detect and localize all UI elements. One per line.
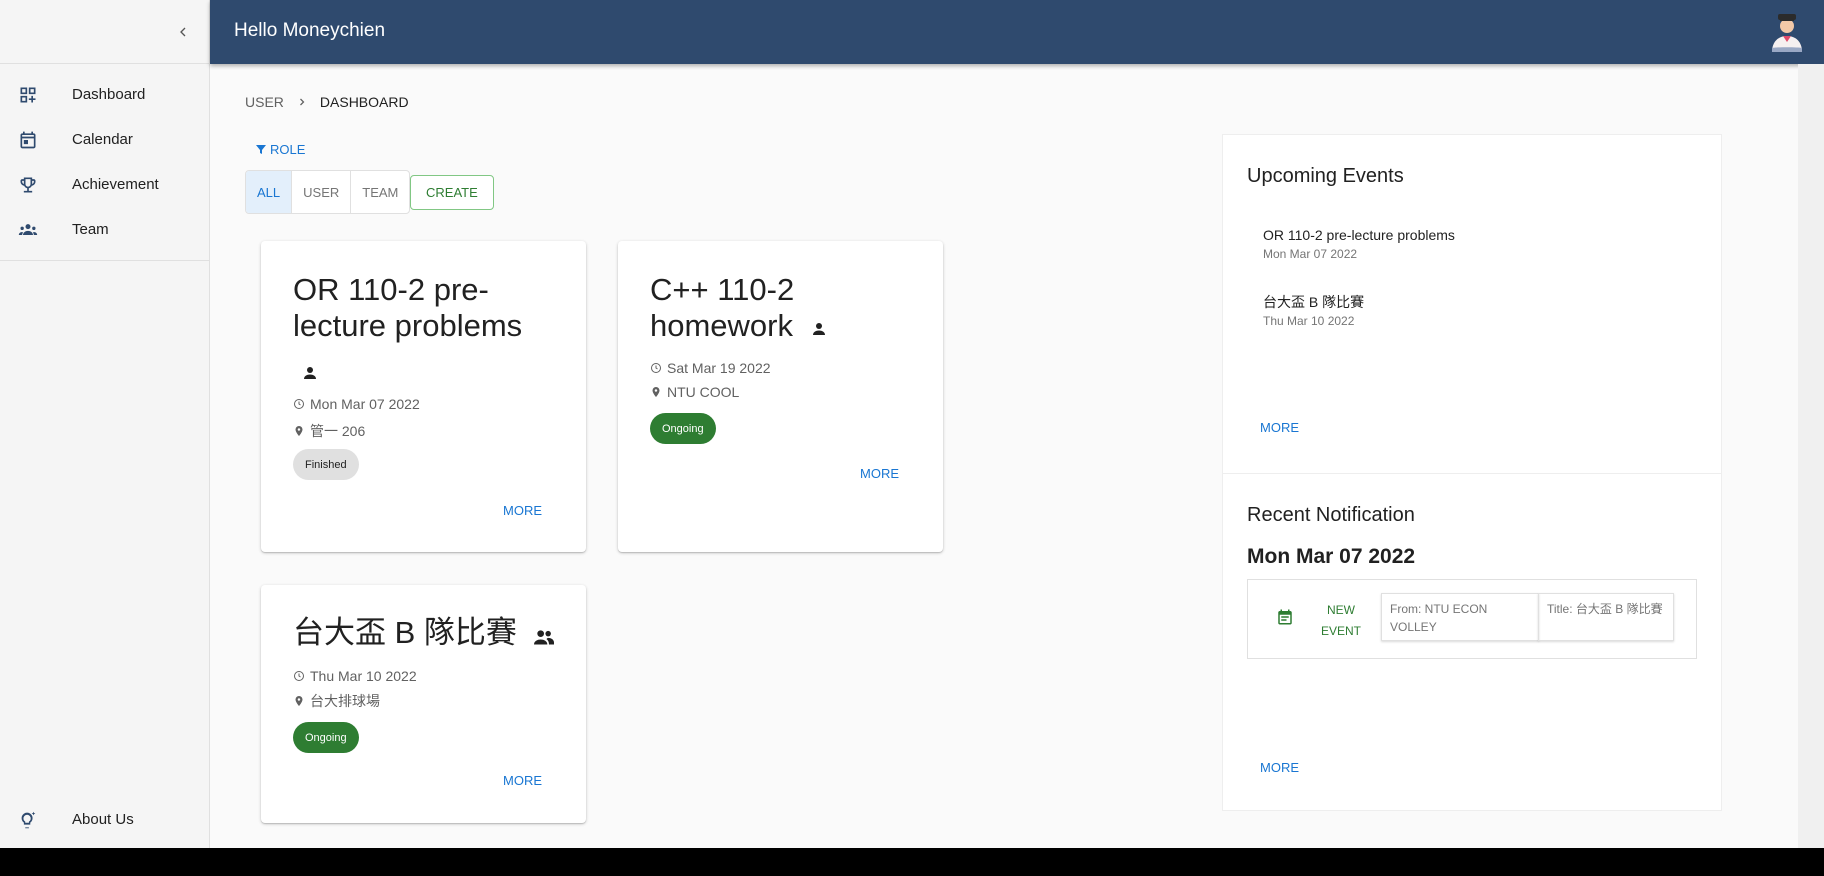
upcoming-events-panel: Upcoming Events OR 110-2 pre-lecture pro… <box>1222 134 1722 474</box>
sidebar-item-about-us[interactable]: About Us <box>0 797 209 842</box>
card-more-button[interactable]: MORE <box>860 466 899 481</box>
card-title-text: 台大盃 B 隊比賽 <box>293 615 517 650</box>
clock-icon <box>651 363 661 373</box>
sidebar-item-achievement[interactable]: Achievement <box>0 162 209 207</box>
scrollbar-thumb[interactable] <box>1798 64 1824 84</box>
sidebar-item-label: About Us <box>72 811 134 828</box>
card-location: 管一 206 <box>293 421 365 441</box>
card-location-text: NTU COOL <box>667 384 740 400</box>
chevron-left-icon <box>180 27 186 37</box>
clock-icon <box>294 671 304 681</box>
lightbulb-icon <box>16 808 40 832</box>
toggle-team[interactable]: TEAM <box>351 171 409 213</box>
card-date: Sat Mar 19 2022 <box>650 360 771 376</box>
notification-title: Title: 台大盃 B 隊比賽 <box>1538 593 1674 641</box>
toggle-all[interactable]: ALL <box>246 171 293 213</box>
card-date: Mon Mar 07 2022 <box>293 396 420 412</box>
sidebar-header <box>0 0 209 64</box>
card-more-button[interactable]: MORE <box>503 773 542 788</box>
card-date: Thu Mar 10 2022 <box>293 668 417 684</box>
status-badge: Ongoing <box>293 722 359 753</box>
card-location-text: 台大排球場 <box>310 693 380 709</box>
card-title: C++ 110-2 homework <box>650 272 920 346</box>
sidebar-footer: About Us <box>0 797 209 842</box>
upcoming-more-button[interactable]: MORE <box>1260 420 1299 435</box>
breadcrumb: USER DASHBOARD <box>245 94 409 110</box>
location-pin-icon <box>295 426 303 436</box>
app-bar: Hello Moneychien <box>210 0 1824 64</box>
notification-date: Mon Mar 07 2022 <box>1247 545 1416 568</box>
clock-icon <box>294 399 304 409</box>
card-title: 台大盃 B 隊比賽 <box>293 615 583 653</box>
upcoming-event-date: Mon Mar 07 2022 <box>1263 247 1358 261</box>
avatar[interactable] <box>1768 12 1806 52</box>
groups-icon <box>16 218 40 242</box>
notification-item[interactable]: NEW EVENT From: NTU ECON VOLLEY Title: 台… <box>1247 579 1697 659</box>
role-filter-button[interactable]: ROLE <box>255 142 305 157</box>
sidebar: Dashboard Calendar Achievement Team Abou… <box>0 0 210 848</box>
sidebar-nav: Dashboard Calendar Achievement Team <box>0 64 209 261</box>
upcoming-event-date: Thu Mar 10 2022 <box>1263 314 1355 328</box>
sidebar-item-label: Team <box>72 221 109 238</box>
calendar-icon <box>16 128 40 152</box>
avatar-icon <box>1772 14 1802 52</box>
upcoming-event-name[interactable]: OR 110-2 pre-lecture problems <box>1263 227 1455 243</box>
status-badge: Ongoing <box>650 413 716 444</box>
greeting: Hello Moneychien <box>234 20 386 41</box>
location-pin-icon <box>295 696 303 706</box>
breadcrumb-user[interactable]: USER <box>245 94 284 110</box>
card-date-text: Mon Mar 07 2022 <box>310 396 420 412</box>
sidebar-item-label: Dashboard <box>72 86 146 103</box>
card-title-text: C++ 110-2 homework <box>650 272 795 343</box>
notification-from: From: NTU ECON VOLLEY <box>1381 593 1539 641</box>
person-icon <box>301 354 563 390</box>
notification-more-button[interactable]: MORE <box>1260 760 1299 775</box>
notification-type: NEW EVENT <box>1320 603 1361 638</box>
role-filter-label: ROLE <box>270 142 306 157</box>
sidebar-item-label: Achievement <box>72 176 159 193</box>
filter-icon <box>256 145 266 154</box>
group-icon <box>533 617 554 653</box>
card-more-button[interactable]: MORE <box>503 503 542 518</box>
card-title-text: OR 110-2 pre-lecture problems <box>293 272 523 343</box>
card-date-text: Thu Mar 10 2022 <box>310 668 417 684</box>
event-card: 台大盃 B 隊比賽 Thu Mar 10 2022 台大排球場 Ongoing … <box>261 585 586 823</box>
location-pin-icon <box>652 387 660 397</box>
card-title: OR 110-2 pre-lecture problems <box>293 272 563 390</box>
sidebar-item-label: Calendar <box>72 131 133 148</box>
recent-notification-title: Recent Notification <box>1247 504 1415 526</box>
breadcrumb-dashboard: DASHBOARD <box>319 94 409 110</box>
event-card: OR 110-2 pre-lecture problems Mon Mar 07… <box>261 241 586 552</box>
status-badge: Finished <box>293 449 359 480</box>
chevron-right-icon <box>296 96 308 108</box>
scrollbar[interactable] <box>1798 64 1824 848</box>
upcoming-event-name[interactable]: 台大盃 B 隊比賽 <box>1263 292 1364 312</box>
sidebar-item-team[interactable]: Team <box>0 207 209 252</box>
recent-notification-panel: Recent Notification Mon Mar 07 2022 NEW … <box>1222 473 1722 811</box>
card-location: NTU COOL <box>650 384 739 400</box>
person-icon <box>810 310 828 346</box>
app-root: Dashboard Calendar Achievement Team Abou… <box>0 0 1824 848</box>
event-card: C++ 110-2 homework Sat Mar 19 2022 NTU C… <box>618 241 943 552</box>
toggle-user[interactable]: USER <box>292 171 352 213</box>
card-date-text: Sat Mar 19 2022 <box>667 360 771 376</box>
sidebar-item-calendar[interactable]: Calendar <box>0 117 209 162</box>
sidebar-item-dashboard[interactable]: Dashboard <box>0 72 209 117</box>
upcoming-events-title: Upcoming Events <box>1247 165 1404 187</box>
card-location: 台大排球場 <box>293 691 380 711</box>
collapse-sidebar-button[interactable] <box>171 20 195 44</box>
card-location-text: 管一 206 <box>310 423 366 439</box>
trophy-icon <box>16 173 40 197</box>
create-button[interactable]: CREATE <box>410 175 494 210</box>
event-note-icon <box>1276 608 1294 631</box>
dashboard-customize-icon <box>16 83 40 107</box>
role-toggle-group: ALL USER TEAM <box>245 170 411 214</box>
